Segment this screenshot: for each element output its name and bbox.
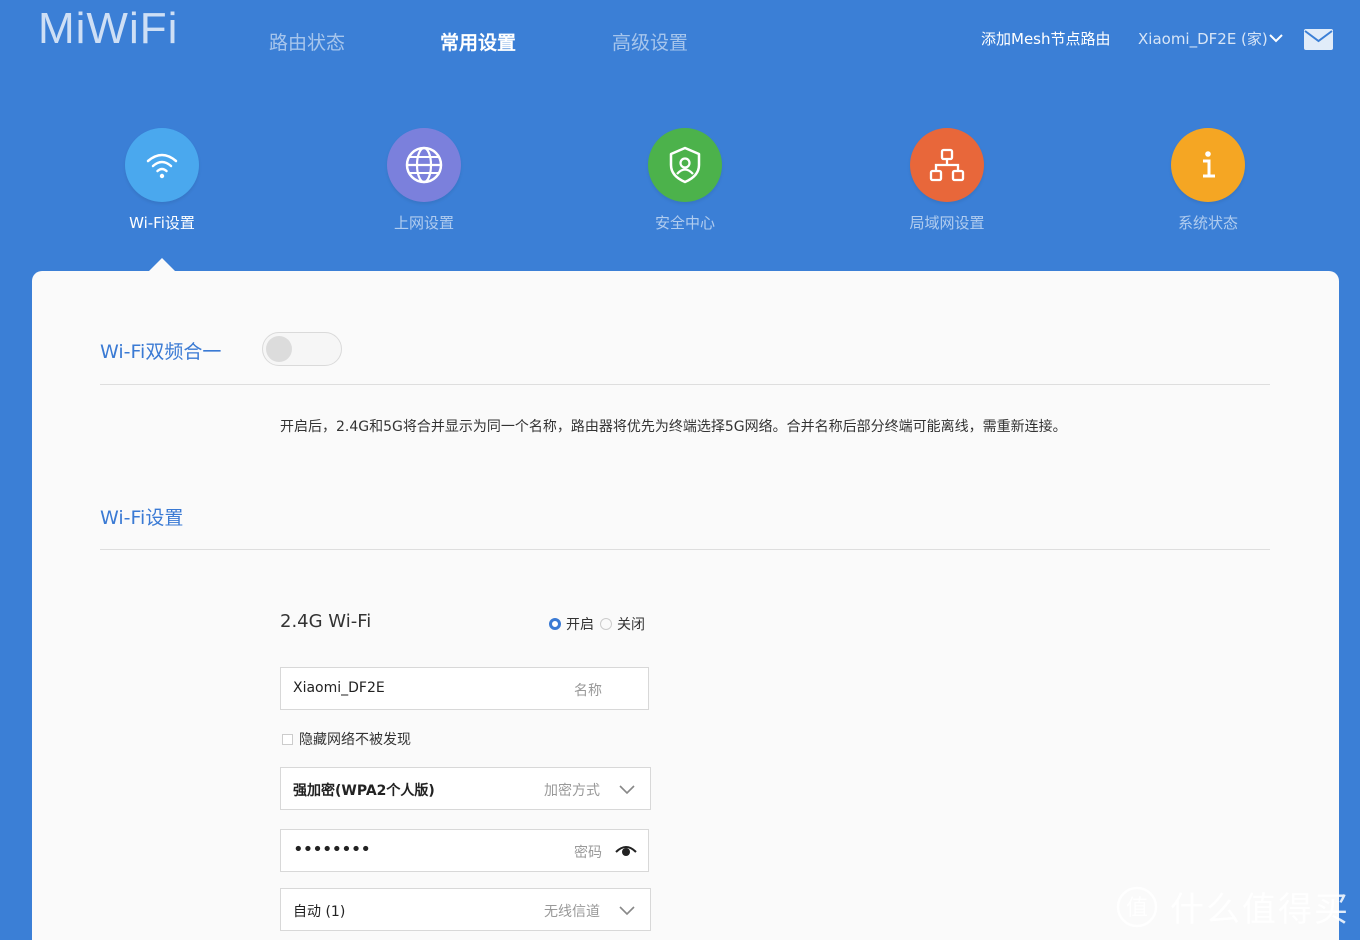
settings-panel: Wi-Fi双频合一 开启后，2.4G和5G将合并显示为同一个名称，路由器将优先为… bbox=[32, 271, 1339, 940]
shield-icon bbox=[648, 128, 722, 202]
mail-icon[interactable] bbox=[1304, 29, 1333, 50]
radio-on[interactable] bbox=[549, 618, 561, 630]
dual-band-description: 开启后，2.4G和5G将合并显示为同一个名称，路由器将优先为终端选择5G网络。合… bbox=[280, 419, 1067, 435]
chevron-down-icon[interactable] bbox=[1268, 32, 1284, 44]
channel-select[interactable]: 自动 (1) 无线信道 bbox=[280, 888, 651, 931]
chevron-down-icon bbox=[619, 785, 635, 795]
dual-band-title: Wi-Fi双频合一 bbox=[100, 341, 222, 363]
ssid-input[interactable]: Xiaomi_DF2E 名称 bbox=[280, 667, 649, 710]
hide-network-row: 隐藏网络不被发现 bbox=[282, 729, 411, 749]
svg-text:值: 值 bbox=[1126, 896, 1148, 921]
band-title: 2.4G Wi-Fi bbox=[280, 611, 372, 632]
password-input[interactable]: •••••••• 密码 bbox=[280, 829, 649, 872]
wifi-settings-title: Wi-Fi设置 bbox=[100, 507, 184, 529]
feature-security-center[interactable]: 安全中心 bbox=[610, 128, 760, 233]
active-tab-pointer bbox=[148, 258, 176, 272]
feature-internet-settings[interactable]: 上网设置 bbox=[349, 128, 499, 233]
watermark-logo-icon: 值 bbox=[1116, 886, 1158, 927]
feature-system-status[interactable]: 系统状态 bbox=[1133, 128, 1283, 233]
divider bbox=[100, 549, 1270, 550]
network-icon bbox=[910, 128, 984, 202]
encryption-value: 强加密(WPA2个人版) bbox=[293, 783, 435, 799]
globe-icon bbox=[387, 128, 461, 202]
ssid-value: Xiaomi_DF2E bbox=[293, 680, 385, 696]
radio-off[interactable] bbox=[600, 618, 612, 630]
encryption-select[interactable]: 强加密(WPA2个人版) 加密方式 bbox=[280, 767, 651, 810]
channel-hint: 无线信道 bbox=[544, 904, 600, 920]
hide-network-label[interactable]: 隐藏网络不被发现 bbox=[299, 729, 411, 749]
radio-on-label[interactable]: 开启 bbox=[566, 614, 594, 634]
eye-icon[interactable] bbox=[615, 844, 637, 858]
radio-off-label[interactable]: 关闭 bbox=[617, 614, 645, 634]
divider bbox=[100, 384, 1270, 385]
feature-label: 上网设置 bbox=[393, 214, 454, 232]
dual-band-toggle[interactable] bbox=[262, 332, 342, 366]
password-hint: 密码 bbox=[574, 845, 602, 861]
watermark-text: 什么值得买 bbox=[1170, 890, 1350, 930]
nav-advanced-settings[interactable]: 高级设置 bbox=[612, 28, 688, 55]
nav-common-settings[interactable]: 常用设置 bbox=[440, 28, 516, 55]
nav-router-status[interactable]: 路由状态 bbox=[269, 28, 345, 55]
toggle-knob bbox=[266, 336, 292, 362]
watermark: 值 什么值得买 bbox=[1116, 882, 1350, 931]
miwifi-logo[interactable]: MiWiFi bbox=[38, 4, 178, 54]
chevron-down-icon bbox=[619, 906, 635, 916]
feature-wifi-settings[interactable]: Wi-Fi设置 bbox=[87, 128, 237, 233]
encryption-hint: 加密方式 bbox=[544, 783, 600, 799]
router-name-dropdown[interactable]: Xiaomi_DF2E (家) bbox=[1138, 28, 1268, 49]
channel-value: 自动 (1) bbox=[293, 904, 346, 920]
wifi-icon bbox=[125, 128, 199, 202]
feature-lan-settings[interactable]: 局域网设置 bbox=[872, 128, 1022, 233]
add-mesh-link[interactable]: 添加Mesh节点路由 bbox=[981, 28, 1111, 49]
password-value: •••••••• bbox=[293, 839, 371, 860]
info-icon bbox=[1171, 128, 1245, 202]
ssid-hint: 名称 bbox=[574, 683, 602, 699]
hide-network-checkbox[interactable] bbox=[282, 733, 293, 745]
top-bar: MiWiFi 路由状态 常用设置 高级设置 添加Mesh节点路由 Xiaomi_… bbox=[0, 0, 1360, 80]
feature-label: Wi-Fi设置 bbox=[129, 214, 195, 232]
feature-label: 系统状态 bbox=[1177, 214, 1238, 232]
feature-label: 安全中心 bbox=[654, 214, 715, 232]
feature-label: 局域网设置 bbox=[909, 214, 985, 232]
band-state-radio-group: 开启 关闭 bbox=[549, 614, 651, 634]
